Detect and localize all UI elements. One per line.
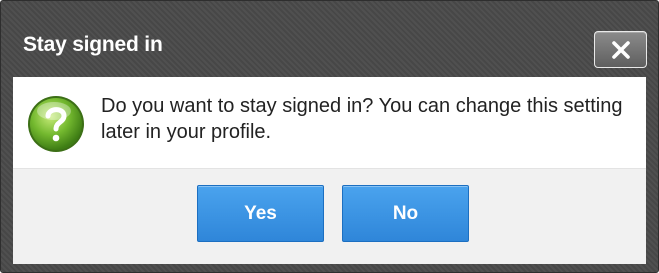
dialog-title: Stay signed in xyxy=(23,33,163,56)
close-button[interactable] xyxy=(594,31,647,68)
stay-signed-in-dialog: Stay signed in Do you want to stay signe… xyxy=(0,0,659,273)
dialog-footer: Yes No xyxy=(13,168,646,264)
question-mark-icon xyxy=(28,96,84,152)
dialog-titlebar: Stay signed in xyxy=(1,1,658,77)
dialog-body: Do you want to stay signed in? You can c… xyxy=(13,77,646,168)
no-button[interactable]: No xyxy=(342,185,469,242)
yes-button[interactable]: Yes xyxy=(197,185,324,242)
close-icon xyxy=(612,41,630,59)
dialog-message: Do you want to stay signed in? You can c… xyxy=(101,95,623,143)
